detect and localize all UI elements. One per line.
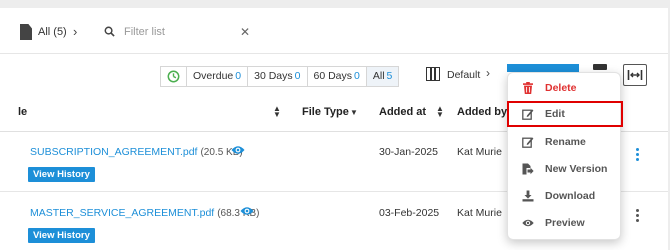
document-icon bbox=[20, 24, 32, 40]
view-selector-label[interactable]: Default bbox=[447, 69, 480, 81]
filter-all[interactable]: All 5 bbox=[366, 67, 399, 86]
view-history-button[interactable]: View History bbox=[28, 228, 95, 243]
filter-30-days-count: 0 bbox=[294, 70, 301, 82]
menu-item-download[interactable]: Download bbox=[508, 183, 622, 209]
filter-list-input[interactable] bbox=[124, 22, 234, 42]
menu-item-delete-label: Delete bbox=[545, 82, 577, 94]
added-at-cell: 03-Feb-2025 bbox=[379, 207, 440, 219]
edit-icon bbox=[522, 109, 534, 120]
download-icon bbox=[522, 190, 534, 202]
filter-overdue[interactable]: Overdue 0 bbox=[187, 67, 249, 86]
filter-overdue-label: Overdue bbox=[193, 70, 234, 82]
trash-icon bbox=[523, 82, 533, 94]
file-name[interactable]: SUBSCRIPTION_AGREEMENT.pdf bbox=[30, 146, 197, 158]
menu-item-preview-label: Preview bbox=[545, 217, 585, 229]
columns-icon[interactable] bbox=[426, 67, 440, 81]
menu-item-new-version-label: New Version bbox=[545, 163, 608, 175]
search-icon bbox=[104, 26, 115, 37]
menu-item-edit-label: Edit bbox=[545, 108, 565, 120]
filter-all-count: 5 bbox=[386, 70, 393, 82]
menu-item-preview[interactable]: Preview bbox=[508, 210, 622, 236]
row-actions-icon[interactable] bbox=[636, 209, 640, 222]
column-header-file-type[interactable]: File Type bbox=[302, 106, 349, 118]
due-date-filter: Overdue 0 30 Days 0 60 Days 0 All 5 bbox=[160, 66, 400, 87]
filter-overdue-count: 0 bbox=[235, 70, 242, 82]
filter-30-days-label: 30 Days bbox=[254, 70, 293, 82]
sort-icon[interactable]: ▲ ▼ bbox=[436, 105, 444, 119]
primary-action-button[interactable] bbox=[507, 64, 579, 72]
file-name-link[interactable]: SUBSCRIPTION_AGREEMENT.pdf (20.5 KB) bbox=[30, 146, 243, 158]
preview-eye-icon[interactable] bbox=[240, 206, 254, 216]
filter-60-days-count: 0 bbox=[354, 70, 360, 82]
clock-icon[interactable] bbox=[161, 67, 187, 86]
added-by-cell: Kat Murie bbox=[457, 146, 502, 158]
row-actions-menu: Delete Edit Rename New Version Download … bbox=[507, 72, 623, 240]
filter-all-label: All bbox=[372, 70, 385, 82]
view-history-button[interactable]: View History bbox=[28, 167, 95, 182]
row-actions-icon[interactable] bbox=[636, 148, 640, 161]
rename-icon bbox=[522, 137, 534, 148]
filter-bar: All (5) › ✕ bbox=[0, 8, 668, 54]
clear-filter-icon[interactable]: ✕ bbox=[240, 25, 250, 39]
expand-horizontal-icon bbox=[627, 70, 643, 80]
added-by-cell: Kat Murie bbox=[457, 207, 502, 219]
menu-item-rename-label: Rename bbox=[545, 136, 586, 148]
chevron-right-icon[interactable]: › bbox=[486, 66, 490, 80]
documents-panel: All (5) › ✕ Overdue0 30 Days0 60 Days0 A… bbox=[0, 8, 668, 250]
menu-item-rename[interactable]: Rename bbox=[508, 129, 622, 155]
file-name-link[interactable]: MASTER_SERVICE_AGREEMENT.pdf (68.3 KB) bbox=[30, 207, 259, 219]
column-header-added-at[interactable]: Added at bbox=[379, 106, 426, 118]
eye-icon bbox=[522, 219, 534, 227]
sort-icon[interactable]: ▲ ▼ bbox=[273, 105, 281, 119]
new-version-icon bbox=[522, 163, 534, 175]
column-header-name[interactable]: le bbox=[18, 106, 27, 118]
sort-down-icon[interactable]: ▼ bbox=[350, 108, 358, 117]
added-at-cell: 30-Jan-2025 bbox=[379, 146, 438, 158]
chevron-right-icon[interactable]: › bbox=[73, 24, 77, 39]
preview-eye-icon[interactable] bbox=[231, 145, 245, 155]
filter-60-days[interactable]: 60 Days 0 bbox=[308, 67, 367, 86]
file-name[interactable]: MASTER_SERVICE_AGREEMENT.pdf bbox=[30, 207, 214, 219]
menu-item-new-version[interactable]: New Version bbox=[508, 156, 622, 182]
menu-item-download-label: Download bbox=[545, 190, 596, 202]
column-header-added-by[interactable]: Added by bbox=[457, 106, 507, 118]
menu-item-edit[interactable]: Edit bbox=[507, 101, 623, 127]
expand-button[interactable] bbox=[623, 64, 647, 86]
all-files-label[interactable]: All (5) bbox=[38, 26, 67, 38]
toolbar-icon-button[interactable] bbox=[593, 64, 607, 70]
filter-30-days[interactable]: 30 Days 0 bbox=[248, 67, 308, 86]
menu-item-delete[interactable]: Delete bbox=[508, 75, 622, 101]
filter-60-days-label: 60 Days bbox=[313, 70, 353, 82]
